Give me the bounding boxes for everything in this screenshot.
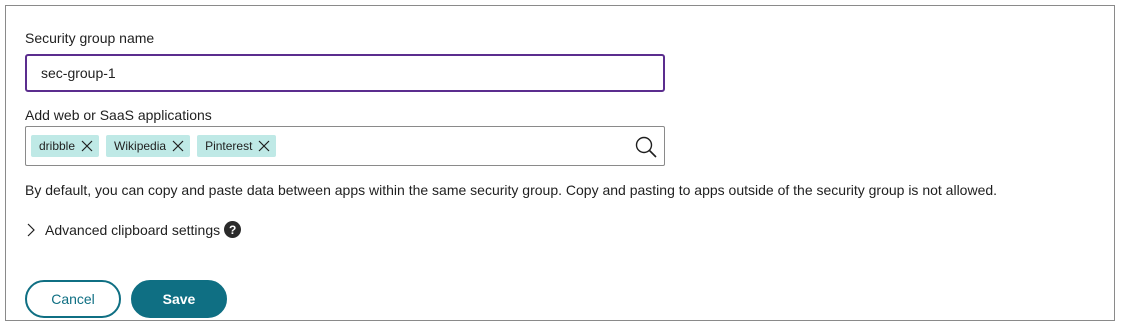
save-button[interactable]: Save xyxy=(131,280,227,318)
clipboard-description: By default, you can copy and paste data … xyxy=(25,182,998,198)
cancel-button[interactable]: Cancel xyxy=(25,280,121,318)
app-chip-dribble: dribble xyxy=(31,135,100,157)
chevron-right-icon xyxy=(27,223,35,236)
add-apps-label: Add web or SaaS applications xyxy=(25,107,212,123)
app-chip-wikipedia: Wikipedia xyxy=(106,135,191,157)
close-icon[interactable] xyxy=(172,140,184,152)
close-icon[interactable] xyxy=(258,140,270,152)
advanced-clipboard-settings-label: Advanced clipboard settings xyxy=(45,221,221,238)
question-circle-icon[interactable]: ? xyxy=(224,221,242,238)
search-icon[interactable] xyxy=(634,135,658,159)
chip-label: Wikipedia xyxy=(114,139,167,153)
apps-tag-input[interactable]: dribble Wikipedia Pinterest xyxy=(25,126,665,166)
chip-label: Pinterest xyxy=(205,139,253,153)
security-group-name-label: Security group name xyxy=(25,30,155,46)
security-group-form: Security group name Add web or SaaS appl… xyxy=(5,5,1115,321)
security-group-name-input[interactable] xyxy=(25,54,665,92)
chip-label: dribble xyxy=(39,139,76,153)
app-chip-pinterest: Pinterest xyxy=(197,135,277,157)
advanced-clipboard-settings-toggle[interactable]: Advanced clipboard settings ? xyxy=(25,221,242,238)
close-icon[interactable] xyxy=(81,140,93,152)
